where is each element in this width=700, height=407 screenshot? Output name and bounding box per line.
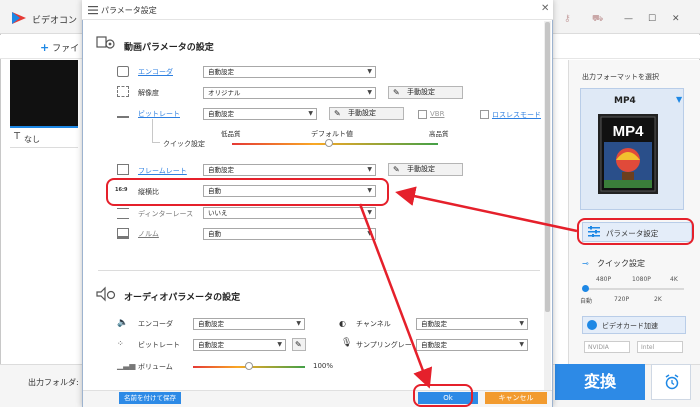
annotation-arrows [358,186,578,389]
arrow-to-aspect [395,186,578,233]
arrow-to-ok [358,203,433,389]
